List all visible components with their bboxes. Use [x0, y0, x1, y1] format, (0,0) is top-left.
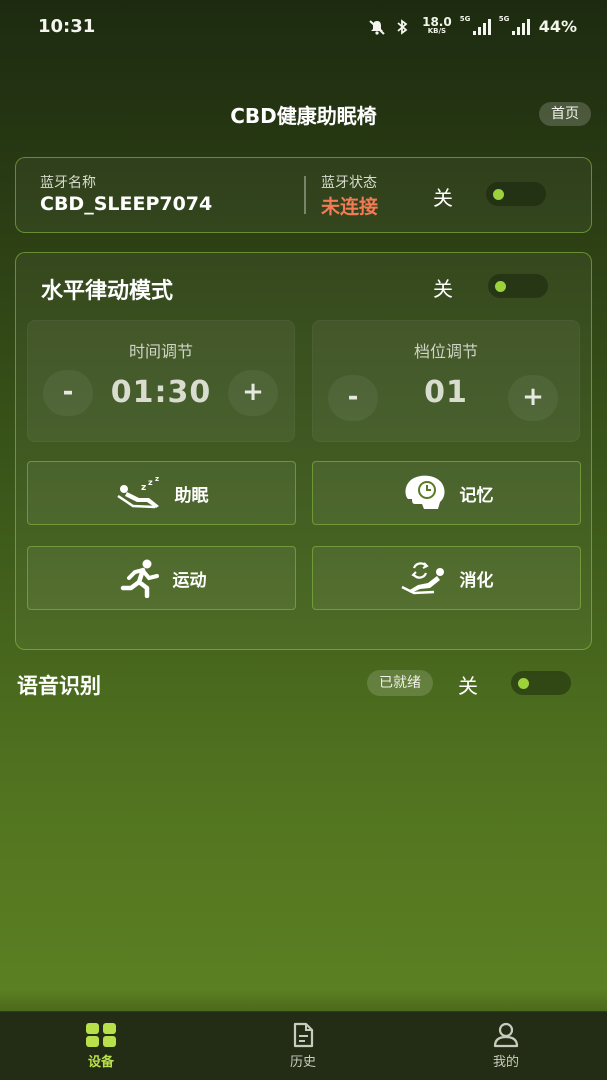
bluetooth-name-label: 蓝牙名称: [40, 175, 96, 191]
horizontal-rhythm-mode-card: 水平律动模式 关 时间调节 - 01:30 + 档位调节 - 01 + z z …: [15, 252, 592, 650]
status-icons: 18.0 KB/S 5G 5G 44%: [368, 14, 577, 36]
mode-switch-text: 关: [433, 277, 453, 301]
status-time: 10:31: [38, 16, 96, 37]
memory-button-label: 记忆: [459, 485, 494, 506]
svg-text:z: z: [141, 483, 146, 493]
svg-text:z: z: [155, 476, 159, 483]
sleep-button[interactable]: z z z 助眠: [27, 461, 296, 525]
nav-item-history[interactable]: 历史: [263, 1022, 343, 1070]
nav-label-profile: 我的: [492, 1055, 519, 1070]
toggle-knob: [495, 281, 506, 292]
status-bar: 10:31 18.0 KB/S 5G 5G 44%: [0, 0, 607, 58]
voice-toggle[interactable]: [511, 671, 571, 695]
mode-title: 水平律动模式: [41, 279, 174, 304]
nav-item-device[interactable]: 设备: [61, 1022, 141, 1070]
time-adjust-panel: 时间调节 - 01:30 +: [27, 320, 295, 442]
voice-status-badge: 已就绪: [367, 670, 433, 696]
document-icon: [293, 1022, 314, 1048]
level-adjust-panel: 档位调节 - 01 +: [312, 320, 580, 442]
nav-item-profile[interactable]: 我的: [466, 1022, 546, 1070]
level-plus-button[interactable]: +: [508, 375, 558, 421]
digest-button-label: 消化: [459, 570, 494, 591]
running-person-icon: [117, 558, 163, 598]
page-title: CBD健康助眠椅: [230, 104, 377, 128]
time-plus-button[interactable]: +: [228, 370, 278, 416]
bluetooth-icon: [395, 18, 413, 35]
memory-button[interactable]: 记忆: [312, 461, 581, 525]
voice-recognition-title: 语音识别: [17, 674, 101, 698]
nav-label-history: 历史: [289, 1055, 316, 1070]
sleep-recline-icon: z z z: [115, 476, 165, 510]
divider: [304, 176, 306, 214]
exercise-button[interactable]: 运动: [27, 546, 296, 610]
bluetooth-state-value: 未连接: [321, 196, 379, 218]
grid-icon: [86, 1023, 116, 1047]
net-speed-unit: KB/S: [427, 26, 447, 35]
bluetooth-card: 蓝牙名称 CBD_SLEEP7074 蓝牙状态 未连接 关: [15, 157, 592, 233]
signal-icon: 5G: [499, 15, 530, 35]
level-adjust-label: 档位调节: [413, 342, 478, 361]
bluetooth-toggle[interactable]: [486, 182, 546, 206]
digest-button[interactable]: 消化: [312, 546, 581, 610]
toggle-knob: [493, 189, 504, 200]
signal-icon: 5G: [460, 15, 491, 35]
net-speed: 18.0 KB/S: [422, 14, 452, 36]
exercise-button-label: 运动: [172, 570, 207, 591]
bluetooth-name-value: CBD_SLEEP7074: [40, 193, 213, 215]
toggle-knob: [518, 678, 529, 689]
voice-switch-text: 关: [458, 674, 478, 698]
bluetooth-state-label: 蓝牙状态: [321, 175, 377, 191]
nav-label-device: 设备: [87, 1055, 114, 1070]
digest-recline-icon: [400, 561, 450, 595]
bottom-nav: 设备 历史 我的: [0, 1011, 607, 1080]
mode-toggle[interactable]: [488, 274, 548, 298]
bluetooth-switch-text: 关: [433, 186, 453, 210]
time-adjust-label: 时间调节: [128, 342, 193, 361]
signal-tag: 5G: [498, 14, 510, 23]
svg-text:z: z: [148, 478, 153, 487]
memory-head-clock-icon: [400, 473, 450, 513]
person-icon: [493, 1022, 519, 1048]
mute-bell-icon: [368, 19, 386, 35]
net-speed-value: 18.0: [422, 14, 452, 29]
sleep-button-label: 助眠: [174, 485, 209, 506]
home-button[interactable]: 首页: [539, 102, 591, 126]
battery-text: 44%: [538, 17, 577, 36]
signal-tag: 5G: [459, 14, 471, 23]
